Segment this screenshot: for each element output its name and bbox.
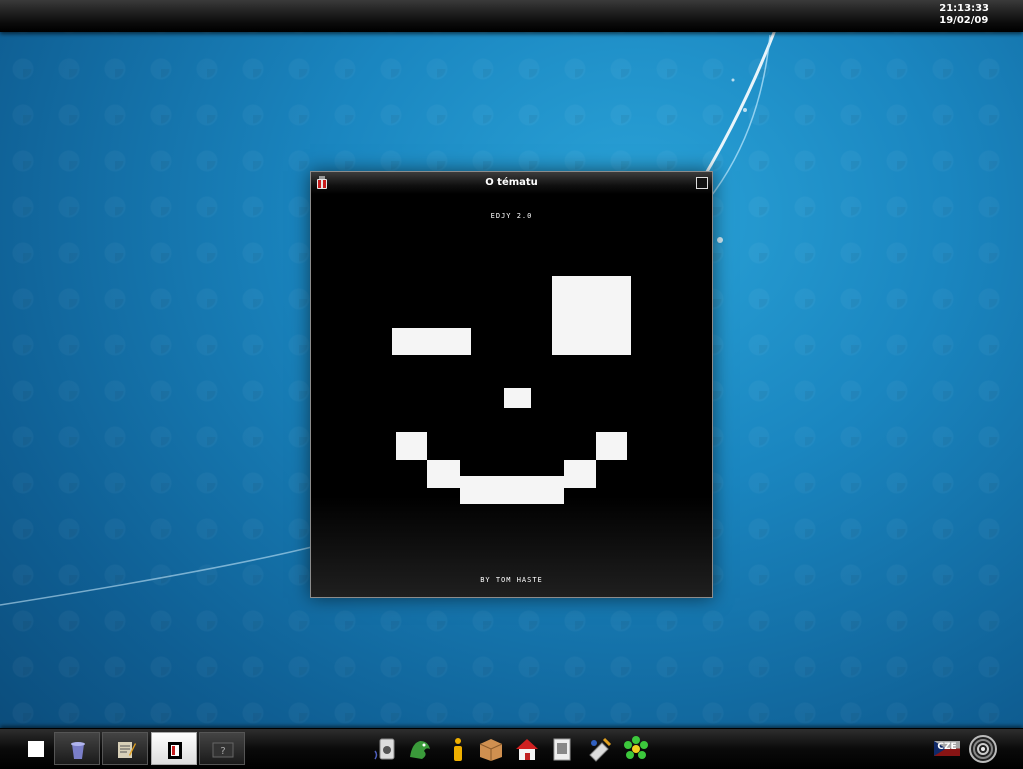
- task-button-editor[interactable]: [102, 732, 148, 765]
- maximize-button[interactable]: [696, 177, 708, 189]
- task-button-help[interactable]: ?: [199, 732, 245, 765]
- theme-paint-icon: [168, 742, 182, 759]
- dragon-app-icon[interactable]: [406, 735, 434, 763]
- mouth-pixel: [396, 432, 427, 460]
- task-button-trash[interactable]: [54, 732, 100, 765]
- text-editor-icon: [118, 742, 136, 758]
- trash-icon: [71, 742, 85, 759]
- volume-icon[interactable]: [968, 734, 998, 764]
- mouth-pixel: [596, 432, 627, 460]
- package-app-icon[interactable]: [477, 735, 505, 763]
- icq-flower-icon[interactable]: [622, 735, 650, 763]
- mouth-pixel: [460, 476, 564, 504]
- window-content: EDJY 2.0 BY TOM HASTE: [311, 194, 712, 597]
- clock-time: 21:13:33: [939, 3, 989, 14]
- top-panel: 21:13:33 19/02/09: [0, 0, 1023, 32]
- home-folder-icon[interactable]: [513, 735, 541, 763]
- svg-text:?: ?: [220, 746, 225, 757]
- language-label: CZE: [937, 742, 957, 752]
- smiley-face-graphic: [311, 194, 712, 597]
- graphics-app-icon[interactable]: [586, 735, 614, 763]
- clock-date: 19/02/09: [939, 15, 989, 26]
- right-eye-pixel: [552, 276, 631, 355]
- about-theme-window: O tématu EDJY 2.0 BY TOM HASTE: [310, 171, 713, 598]
- clock[interactable]: 21:13:33 19/02/09: [939, 3, 989, 27]
- document-viewer-icon[interactable]: [549, 735, 577, 763]
- info-app-icon[interactable]: [444, 735, 472, 763]
- nose-pixel: [504, 388, 531, 408]
- keyboard-language-indicator[interactable]: CZE: [934, 741, 960, 756]
- help-icon: ?: [212, 742, 234, 758]
- window-titlebar[interactable]: O tématu: [311, 172, 712, 194]
- task-button-theme[interactable]: [151, 732, 197, 765]
- left-eye-pixel: [392, 328, 471, 355]
- taskbar: ? CZE: [0, 728, 1023, 769]
- mouth-pixel: [427, 460, 460, 488]
- speaker-app-icon[interactable]: [372, 735, 400, 763]
- window-title: O tématu: [485, 177, 538, 188]
- mouth-pixel: [564, 460, 596, 488]
- theme-author: BY TOM HASTE: [480, 576, 543, 584]
- start-button[interactable]: [28, 741, 44, 757]
